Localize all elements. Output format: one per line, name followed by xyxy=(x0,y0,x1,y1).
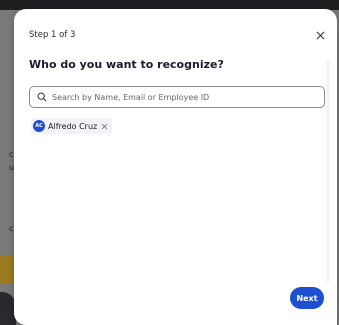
recognition-modal: Step 1 of 3 Who do you want to recognize… xyxy=(14,9,337,325)
selected-employee-name: Alfredo Cruz xyxy=(48,121,98,131)
search-input[interactable] xyxy=(52,92,322,102)
remove-employee-button[interactable] xyxy=(100,122,109,131)
background-highlight-bar xyxy=(0,255,14,283)
modal-title: Who do you want to recognize? xyxy=(29,58,224,71)
close-icon xyxy=(316,31,324,39)
background-text-fragment: c xyxy=(9,150,14,159)
selected-employee-chip: AC Alfredo Cruz xyxy=(31,118,113,134)
close-icon xyxy=(101,123,108,129)
next-button[interactable]: Next xyxy=(290,287,324,309)
avatar: AC xyxy=(33,120,45,132)
search-field[interactable] xyxy=(29,86,325,108)
background-text-fragment: c xyxy=(9,224,14,233)
close-button[interactable] xyxy=(313,28,327,42)
step-indicator: Step 1 of 3 xyxy=(29,30,76,40)
scrollbar-track[interactable] xyxy=(326,60,330,282)
search-icon xyxy=(37,92,47,102)
